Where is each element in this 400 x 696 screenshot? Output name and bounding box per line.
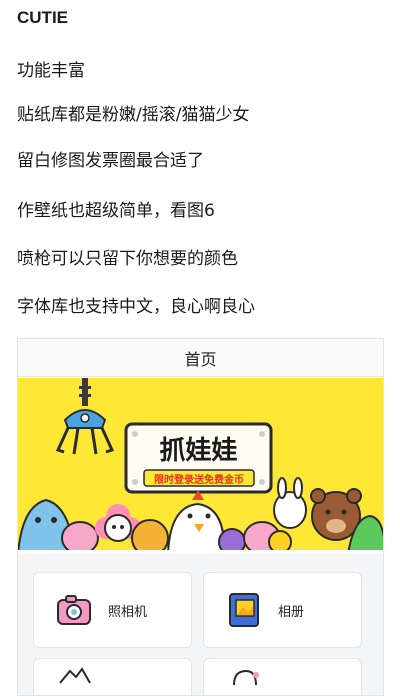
banner-title: 抓娃娃 bbox=[159, 436, 238, 466]
app-screenshot: 首页 抓娃娃 限时登录送免费金币 照相机 相册 bbox=[17, 338, 384, 696]
article-paragraph: 喷枪可以只留下你想要的颜色 bbox=[17, 249, 238, 269]
album-card[interactable]: 相册 bbox=[203, 572, 362, 648]
camera-card[interactable]: 照相机 bbox=[33, 572, 192, 648]
menu-card[interactable] bbox=[203, 657, 362, 695]
article-paragraph: 字体库也支持中文，良心啊良心 bbox=[17, 297, 255, 317]
album-icon bbox=[226, 592, 262, 628]
sticker-icon bbox=[226, 657, 262, 693]
article: CUTIE 功能丰富 贴纸库都是粉嫩/摇滚/猫猫少女 留白修图发票圈最合适了 作… bbox=[17, 8, 387, 317]
article-paragraph: 功能丰富 bbox=[17, 61, 85, 81]
mountain-icon bbox=[56, 657, 92, 693]
camera-label: 照相机 bbox=[108, 604, 148, 620]
camera-icon bbox=[56, 592, 92, 628]
app-header-title: 首页 bbox=[184, 349, 217, 369]
article-paragraph: 贴纸库都是粉嫩/摇滚/猫猫少女 bbox=[17, 105, 250, 125]
article-title: CUTIE bbox=[17, 8, 68, 27]
claw-machine-banner[interactable]: 抓娃娃 限时登录送免费金币 bbox=[18, 378, 383, 554]
app-header: 首页 bbox=[18, 339, 383, 377]
banner-subtitle: 限时登录送免费金币 bbox=[154, 475, 244, 486]
menu-card[interactable] bbox=[33, 657, 192, 695]
article-paragraph: 作壁纸也超级简单，看图6 bbox=[17, 201, 215, 221]
article-paragraph: 留白修图发票圈最合适了 bbox=[17, 151, 204, 171]
album-label: 相册 bbox=[278, 604, 305, 620]
feature-grid: 照相机 相册 bbox=[18, 554, 383, 695]
